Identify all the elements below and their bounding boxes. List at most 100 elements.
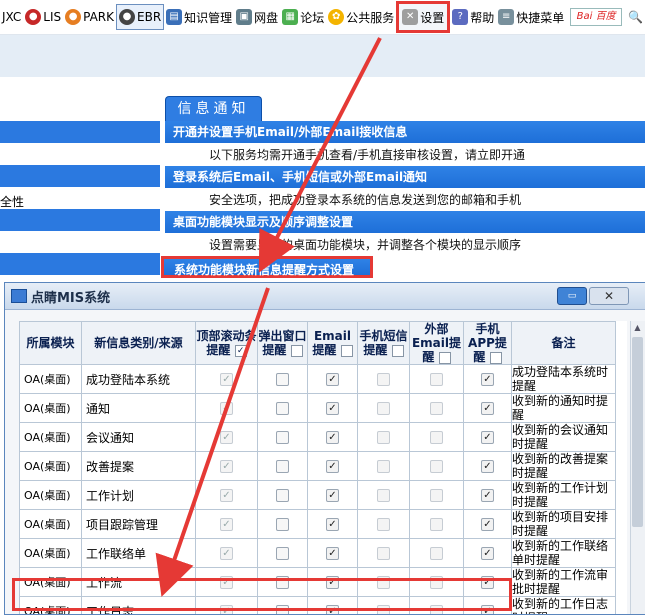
column-header-label: 外部Email提醒 (411, 322, 462, 364)
notice-heading[interactable]: 开通并设置手机Email/外部Email接收信息 (165, 121, 645, 144)
reminder-checkbox[interactable] (276, 576, 289, 589)
reminder-checkbox[interactable] (430, 489, 443, 502)
reminder-checkbox[interactable]: ✓ (220, 489, 233, 502)
reminder-checkbox[interactable]: ✓ (326, 547, 339, 560)
reminder-checkbox[interactable]: ✓ (326, 489, 339, 502)
reminder-checkbox[interactable]: ✓ (326, 402, 339, 415)
notice-heading[interactable]: 登录系统后Email、手机短信或外部Email通知 (165, 166, 645, 189)
reminder-checkbox[interactable] (377, 460, 390, 473)
notice-heading[interactable]: 桌面功能模块显示及顺序调整设置 (165, 211, 645, 234)
toolbar-item-help[interactable]: ? 帮助 (450, 5, 496, 29)
reminder-checkbox[interactable] (377, 402, 390, 415)
reminder-checkbox[interactable] (430, 518, 443, 531)
reminder-checkbox[interactable]: ✓ (481, 373, 494, 386)
public-service-icon: ✿ (328, 9, 345, 25)
notice-desc: 以下服务均需开通手机查看/手机直接审核设置，请立即开通 (165, 144, 645, 166)
reminder-checkbox[interactable]: ✓ (220, 547, 233, 560)
reminder-checkbox[interactable] (430, 431, 443, 444)
reminder-checkbox[interactable] (377, 547, 390, 560)
vertical-scrollbar[interactable]: ▲ (630, 321, 645, 614)
reminder-checkbox[interactable]: ✓ (481, 576, 494, 589)
reminder-checkbox[interactable] (430, 373, 443, 386)
reminder-checkbox[interactable]: ✓ (220, 518, 233, 531)
cell-checkbox: ✓ (307, 393, 358, 423)
reminder-checkbox[interactable]: ✓ (220, 431, 233, 444)
toolbar-item-netdisk[interactable]: ▣ 网盘 (234, 5, 280, 29)
reminder-checkbox[interactable] (377, 431, 390, 444)
reminder-checkbox[interactable] (276, 431, 289, 444)
reminder-checkbox[interactable]: ✓ (481, 547, 494, 560)
toolbar-item-ebr[interactable]: ● EBR (116, 4, 165, 30)
cell-type: 工作计划 (81, 480, 196, 510)
reminder-checkbox[interactable] (276, 489, 289, 502)
scrollbar-thumb[interactable] (632, 337, 643, 527)
reminder-checkbox[interactable] (276, 373, 289, 386)
dialog-titlebar[interactable]: 点睛MIS系统 (5, 283, 645, 310)
toolbar-item-forum[interactable]: ▦ 论坛 (280, 5, 326, 29)
reminder-checkbox[interactable]: ✓ (481, 460, 494, 473)
reminder-checkbox[interactable]: ✓ (326, 460, 339, 473)
column-select-all-checkbox[interactable] (489, 351, 502, 364)
reminder-checkbox[interactable]: ✓ (326, 431, 339, 444)
reminder-checkbox[interactable]: ✓ (481, 431, 494, 444)
toolbar-item-jxc[interactable]: JXC (0, 5, 23, 29)
cell-checkbox: ✓ (195, 567, 258, 597)
cell-checkbox: ✓ (307, 480, 358, 510)
toolbar-label: EBR (137, 10, 162, 24)
search-icon[interactable]: 🔍 (626, 5, 645, 29)
dialog-title: 点睛MIS系统 (31, 290, 111, 306)
reminder-checkbox[interactable]: ✓ (326, 518, 339, 531)
close-icon[interactable]: ✕ (589, 287, 629, 305)
toolbar-item-knowledge[interactable]: ▤ 知识管理 (164, 5, 234, 29)
reminder-checkbox[interactable] (430, 402, 443, 415)
toolbar-item-park[interactable]: ● PARK (63, 5, 116, 29)
toolbar-item-public-service[interactable]: ✿ 公共服务 (326, 5, 396, 29)
reminder-checkbox[interactable] (377, 576, 390, 589)
tab-info-notice[interactable]: 信息通知 (165, 96, 262, 121)
scroll-up-icon[interactable]: ▲ (632, 322, 643, 334)
reminder-checkbox[interactable] (276, 460, 289, 473)
reminder-checkbox[interactable]: ✓ (220, 460, 233, 473)
reminder-checkbox[interactable]: ✓ (220, 373, 233, 386)
reminder-checkbox[interactable] (276, 402, 289, 415)
reminder-checkbox[interactable]: ✓ (326, 373, 339, 386)
cell-note: 收到新的通知时提醒 (511, 393, 616, 423)
reminder-checkbox[interactable]: ✓ (220, 576, 233, 589)
cell-type: 会议通知 (81, 422, 196, 452)
column-select-all-checkbox[interactable] (290, 344, 303, 357)
column-select-all-checkbox[interactable] (438, 351, 451, 364)
notice-heading-reminder-settings[interactable]: 系统功能模块新信息提醒方式设置 (161, 256, 373, 278)
reminder-checkbox[interactable] (430, 576, 443, 589)
reminder-checkbox[interactable] (377, 518, 390, 531)
column-select-all-checkbox[interactable] (391, 344, 404, 357)
cell-module: OA(桌面) (19, 393, 82, 423)
column-header: Email提醒 (307, 321, 358, 365)
column-select-all-checkbox[interactable] (340, 344, 353, 357)
toolbar-item-lis[interactable]: ● LIS (23, 5, 63, 29)
toolbar-item-settings[interactable]: ✕ 设置 (396, 1, 451, 33)
column-select-all-checkbox[interactable]: ✓ (234, 344, 247, 357)
cell-checkbox: ✓ (195, 596, 258, 614)
cell-type: 工作日志 (81, 596, 196, 614)
reminder-checkbox[interactable] (430, 547, 443, 560)
reminder-checkbox[interactable] (377, 489, 390, 502)
reminder-checkbox[interactable]: ✓ (481, 518, 494, 531)
reminder-checkbox[interactable]: ✓ (326, 576, 339, 589)
reminder-checkbox[interactable] (377, 373, 390, 386)
reminder-checkbox[interactable] (276, 518, 289, 531)
reminder-table-wrap: 所属模块 新信息类别/来源 顶部滚动条提醒 ✓ 弹出窗口提醒 Email提醒 手机短信… (19, 321, 627, 614)
toolbar-item-shortcut-menu[interactable]: ≡ 快捷菜单 (496, 5, 566, 29)
reminder-checkbox[interactable]: ✓ (481, 489, 494, 502)
cell-type: 成功登陆本系统 (81, 364, 196, 394)
cell-checkbox (409, 393, 464, 423)
toolbar-label: 帮助 (470, 10, 495, 25)
reminder-checkbox[interactable] (430, 460, 443, 473)
reminder-checkbox[interactable] (276, 547, 289, 560)
left-panel-bar (0, 209, 160, 231)
baidu-logo[interactable]: Bai 百度 (570, 8, 623, 26)
toolbar-label: LIS (43, 10, 62, 24)
cell-checkbox (257, 596, 308, 614)
reminder-checkbox[interactable]: ✓ (481, 402, 494, 415)
maximize-icon[interactable]: ▭ (557, 287, 587, 305)
reminder-checkbox[interactable]: ✓ (220, 402, 233, 415)
